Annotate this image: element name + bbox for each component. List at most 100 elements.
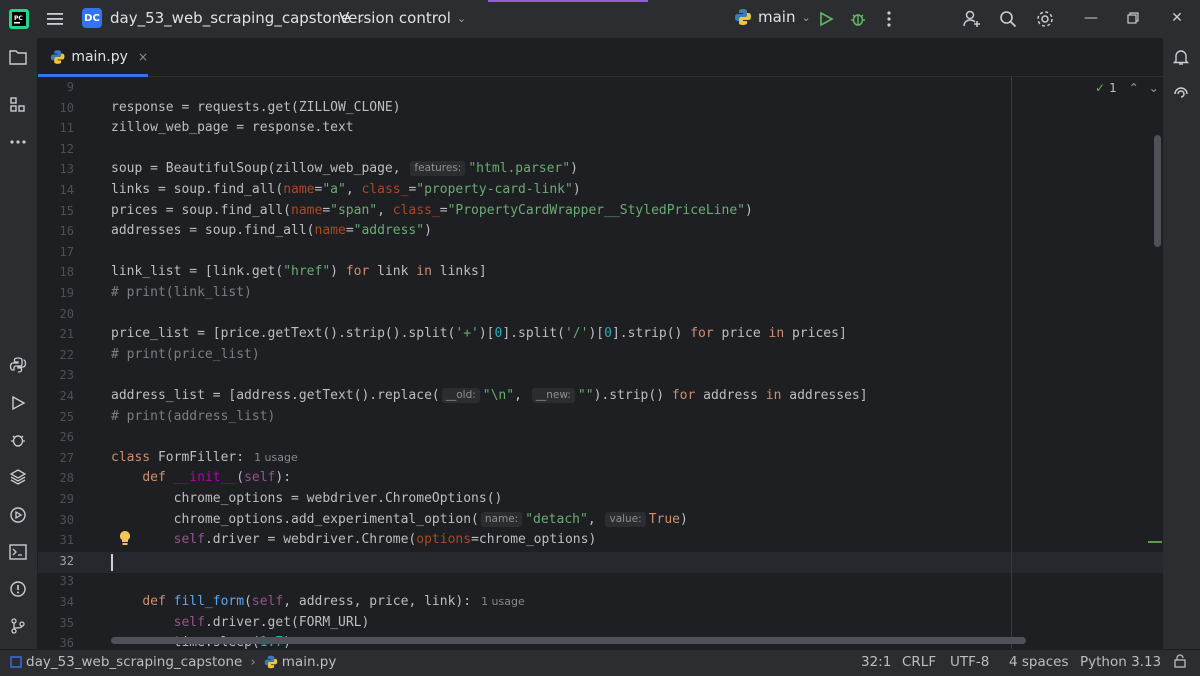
line-number: 28 (59, 471, 74, 485)
project-selector[interactable]: DC day_53_web_scraping_capstone ⌄ (82, 8, 366, 28)
line-number: 25 (59, 410, 74, 424)
git-icon[interactable] (8, 616, 28, 636)
more-vertical-icon[interactable] (878, 8, 900, 30)
run-icon[interactable] (8, 393, 28, 413)
file-encoding[interactable]: UTF-8 (950, 654, 989, 670)
tab-label: main.py (71, 49, 128, 65)
line-number: 34 (59, 595, 74, 609)
project-folder-icon[interactable] (8, 47, 28, 67)
code-line-31: self.driver = webdriver.Chrome(options=c… (173, 532, 597, 547)
svg-text:PC: PC (14, 15, 23, 22)
structure-icon[interactable] (8, 95, 28, 115)
code-line-29: chrome_options = webdriver.ChromeOptions… (173, 491, 503, 506)
chevron-up-icon[interactable]: ⌃ (1129, 81, 1139, 95)
line-number: 24 (59, 389, 74, 403)
current-line-highlight (38, 552, 1163, 573)
parameter-hint: __new: (531, 388, 575, 403)
run-play-icon[interactable] (815, 8, 837, 30)
breadcrumb: day_53_web_scraping_capstone › main.py (10, 654, 336, 670)
add-user-icon[interactable] (961, 8, 983, 30)
line-number: 12 (59, 142, 74, 156)
code-line-16: addresses = soup.find_all(name="address"… (111, 223, 432, 238)
chevron-down-icon[interactable]: ⌄ (1149, 81, 1159, 95)
cursor-position[interactable]: 32:1 (861, 654, 891, 670)
code-editor[interactable]: 9 10 11 12 13 14 15 16 17 18 19 20 21 22… (38, 77, 1163, 649)
debug-bug-icon[interactable] (847, 8, 869, 30)
branch-name: main (758, 8, 796, 26)
line-number: 17 (59, 245, 74, 259)
services-icon[interactable] (8, 505, 28, 525)
main-menu-icon[interactable] (46, 10, 64, 32)
code-line-10: response = requests.get(ZILLOW_CLONE) (111, 100, 401, 115)
title-accent-line (488, 0, 648, 2)
line-number: 11 (59, 121, 74, 135)
run-config-selector[interactable]: main ⌄ (734, 8, 811, 26)
breadcrumb-file[interactable]: main.py (282, 654, 337, 670)
inspection-count: 1 (1109, 81, 1117, 95)
editor-tab-bar: main.py × (38, 38, 1163, 77)
status-bar: day_53_web_scraping_capstone › main.py 3… (0, 649, 1200, 676)
line-ending[interactable]: CRLF (902, 654, 936, 670)
line-number: 21 (59, 327, 74, 341)
code-line-14: links = soup.find_all(name="a", class_="… (111, 182, 581, 197)
more-horizontal-icon[interactable] (8, 132, 28, 152)
check-icon: ✓ (1095, 81, 1106, 95)
horizontal-scrollbar[interactable] (111, 637, 1026, 644)
code-line-11: zillow_web_page = response.text (111, 120, 354, 135)
code-line-30: chrome_options.add_experimental_option(n… (173, 512, 688, 527)
inspection-widget[interactable]: ✓ 1 ⌃ ⌄ (1095, 81, 1159, 95)
breadcrumb-project[interactable]: day_53_web_scraping_capstone (26, 654, 242, 670)
python-console-icon[interactable] (8, 355, 28, 375)
usage-hint: 1 usage (481, 595, 525, 608)
terminal-icon[interactable] (8, 542, 28, 562)
python-file-icon (50, 50, 65, 64)
parameter-hint: name: (480, 512, 523, 527)
code-line-24: address_list = [address.getText().replac… (111, 388, 868, 403)
version-control-menu[interactable]: Version control ⌄ (339, 9, 466, 27)
parameter-hint: __old: (441, 388, 480, 403)
line-number: 35 (59, 616, 74, 630)
python-interpreter[interactable]: Python 3.13 (1080, 654, 1161, 670)
lock-icon[interactable] (1174, 654, 1186, 668)
close-icon[interactable]: ✕ (1167, 8, 1187, 28)
line-number: 18 (59, 265, 74, 279)
chevron-right-icon: › (250, 654, 256, 670)
code-line-15: prices = soup.find_all(name="span", clas… (111, 203, 753, 218)
restore-icon[interactable] (1123, 8, 1143, 28)
debug-icon[interactable] (8, 430, 28, 450)
notifications-icon[interactable] (1171, 47, 1191, 67)
title-bar: PC DC day_53_web_scraping_capstone ⌄ Ver… (0, 0, 1200, 38)
line-number: 30 (59, 513, 74, 527)
line-number: 23 (59, 368, 74, 382)
usage-hint: 1 usage (254, 451, 298, 464)
python-file-icon (264, 655, 278, 669)
search-icon[interactable] (997, 8, 1019, 30)
tab-main-py[interactable]: main.py × (38, 38, 148, 77)
chevron-down-icon: ⌄ (801, 10, 811, 24)
pycharm-logo-icon[interactable]: PC (9, 9, 29, 29)
gear-icon[interactable] (1034, 8, 1056, 30)
change-marker (1148, 541, 1162, 543)
line-number: 27 (59, 451, 74, 465)
line-number: 10 (59, 101, 74, 115)
line-number: 29 (59, 492, 74, 506)
line-number: 19 (59, 286, 74, 300)
line-number-current: 32 (59, 554, 74, 568)
line-number: 36 (59, 636, 74, 649)
ai-assistant-icon[interactable] (1171, 84, 1191, 104)
line-number: 9 (66, 80, 74, 94)
indent-setting[interactable]: 4 spaces (1009, 654, 1069, 670)
problems-icon[interactable] (8, 579, 28, 599)
module-icon (10, 656, 22, 668)
code-line-13: soup = BeautifulSoup(zillow_web_page, fe… (111, 161, 578, 176)
vertical-scrollbar[interactable] (1154, 135, 1161, 247)
line-number: 20 (59, 307, 74, 321)
layers-icon[interactable] (8, 467, 28, 487)
right-tool-bar (1163, 38, 1200, 649)
code-line-19: # print(link_list) (111, 285, 252, 300)
line-number: 33 (59, 574, 74, 588)
minimize-icon[interactable]: — (1081, 8, 1101, 28)
parameter-hint: features: (410, 161, 466, 176)
tab-close-icon[interactable]: × (138, 50, 148, 64)
chevron-down-icon: ⌄ (456, 11, 467, 25)
